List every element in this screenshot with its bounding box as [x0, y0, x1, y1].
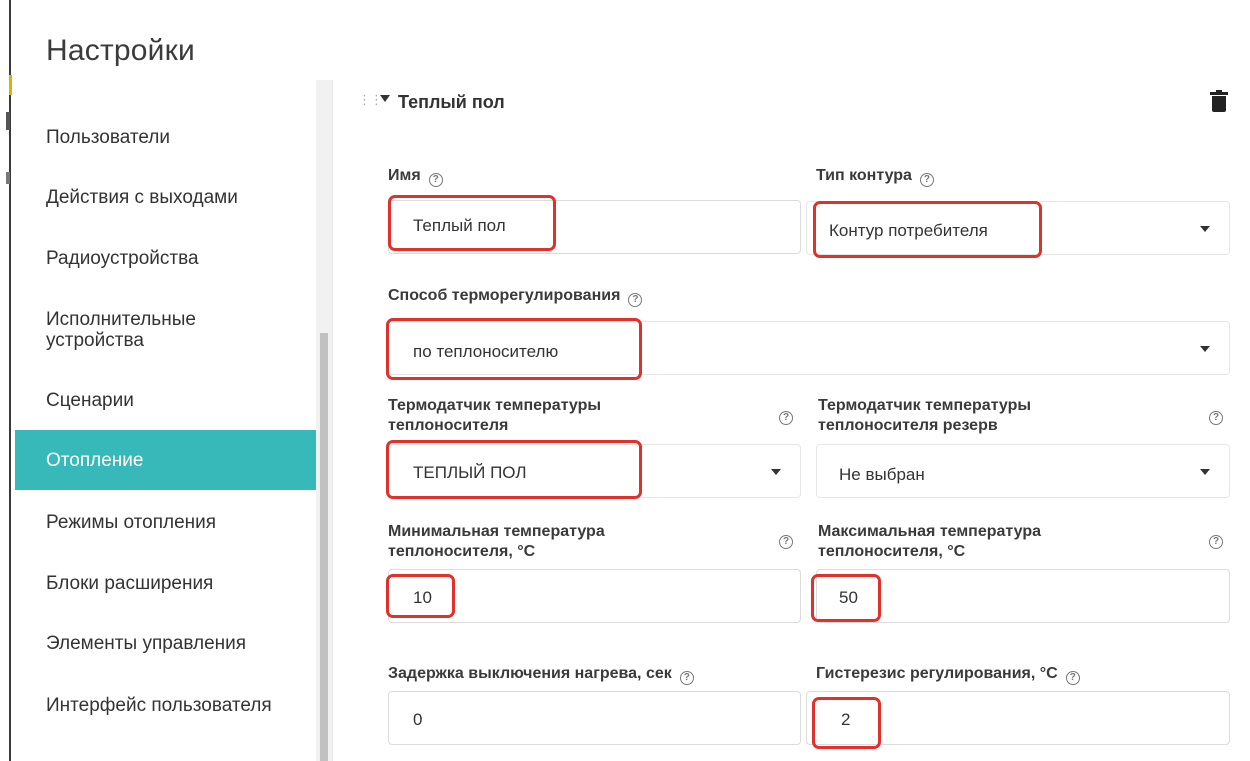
sensor-reserve-select[interactable]: Не выбран — [816, 444, 1230, 498]
min-temp-field[interactable]: 10 — [388, 569, 801, 623]
hysteresis-label: Гистерезис регулирования, °C? — [816, 664, 1080, 685]
name-label: Имя? — [388, 166, 443, 187]
name-field[interactable]: Теплый пол — [388, 200, 801, 254]
delay-value: 0 — [413, 710, 423, 729]
drag-handle-icon[interactable]: ⋮⋮ — [358, 92, 383, 108]
max-temp-label: Максимальная температура теплоносителя, … — [818, 523, 1042, 560]
sidebar-item-heating-modes[interactable]: Режимы отопления — [15, 492, 323, 552]
hysteresis-help-icon[interactable]: ? — [1065, 671, 1080, 685]
chevron-down-icon — [1200, 346, 1210, 352]
sidebar-item-actuators[interactable]: Исполнительные устройства — [15, 300, 275, 360]
sidebar-item-expansion-blocks[interactable]: Блоки расширения — [15, 553, 323, 613]
min-temp-help-icon[interactable]: ? — [779, 535, 793, 549]
sensor-label: Термодатчик температуры теплоносителя — [388, 397, 602, 434]
section-header[interactable]: ⋮⋮ Теплый пол — [358, 90, 1248, 114]
sidebar-scrollbar-thumb[interactable] — [320, 333, 328, 761]
sensor-help-icon[interactable]: ? — [779, 411, 793, 425]
sidebar-item-users[interactable]: Пользователи — [15, 107, 323, 167]
name-help-icon[interactable]: ? — [428, 173, 443, 187]
page-title: Настройки — [46, 34, 195, 67]
hysteresis-field[interactable]: 2 — [806, 691, 1230, 745]
circuit-type-label: Тип контура? — [816, 166, 934, 187]
name-value: Теплый пол — [413, 216, 506, 235]
sidebar-item-user-interface[interactable]: Интерфейс пользователя — [15, 675, 323, 735]
sidebar-item-output-actions[interactable]: Действия с выходами — [15, 167, 323, 227]
sensor-select[interactable]: ТЕПЛЫЙ ПОЛ — [388, 444, 801, 498]
circuit-type-value: Контур потребителя — [829, 221, 988, 240]
sensor-value: ТЕПЛЫЙ ПОЛ — [413, 463, 527, 482]
min-temp-label: Минимальная температура теплоносителя, °… — [388, 523, 605, 560]
regulation-method-label: Способ терморегулирования? — [388, 286, 643, 307]
delay-label: Задержка выключения нагрева, сек? — [388, 664, 694, 685]
regulation-method-value: по теплоносителю — [413, 342, 559, 361]
regulation-method-select[interactable]: по теплоносителю — [388, 321, 1230, 375]
chevron-down-icon — [771, 469, 781, 475]
trash-icon[interactable] — [1210, 90, 1228, 114]
chevron-down-icon — [1200, 226, 1210, 232]
window-left-tick-2 — [6, 172, 10, 184]
min-temp-value: 10 — [413, 588, 432, 607]
sidebar-item-scenarios[interactable]: Сценарии — [15, 370, 323, 430]
sensor-reserve-value: Не выбран — [839, 465, 925, 484]
collapse-caret-icon[interactable] — [380, 95, 390, 102]
content-divider — [332, 80, 333, 761]
regulation-method-help-icon[interactable]: ? — [628, 293, 643, 307]
circuit-type-help-icon[interactable]: ? — [919, 173, 934, 187]
max-temp-help-icon[interactable]: ? — [1209, 535, 1223, 549]
hysteresis-value: 2 — [841, 710, 851, 729]
delay-help-icon[interactable]: ? — [679, 671, 694, 685]
sidebar-item-controls[interactable]: Элементы управления — [15, 613, 323, 673]
sensor-reserve-help-icon[interactable]: ? — [1209, 411, 1223, 425]
circuit-type-select[interactable]: Контур потребителя — [806, 201, 1230, 255]
page-header: Настройки — [12, 0, 1250, 80]
settings-sidebar: Пользователи Действия с выходами Радиоус… — [12, 80, 332, 761]
sidebar-item-heating[interactable]: Отопление — [15, 430, 323, 490]
section-title: Теплый пол — [398, 92, 505, 112]
chevron-down-icon — [1200, 469, 1210, 475]
sensor-reserve-label: Термодатчик температуры теплоносителя ре… — [818, 397, 1032, 434]
heating-circuit-editor: ⋮⋮ Теплый пол Имя? Теплый пол Тип контур… — [340, 80, 1250, 761]
max-temp-field[interactable]: 50 — [816, 569, 1230, 623]
max-temp-value: 50 — [839, 588, 858, 607]
window-left-tick — [6, 112, 10, 130]
delay-field[interactable]: 0 — [388, 691, 801, 745]
sidebar-item-radio-devices[interactable]: Радиоустройства — [15, 228, 323, 288]
